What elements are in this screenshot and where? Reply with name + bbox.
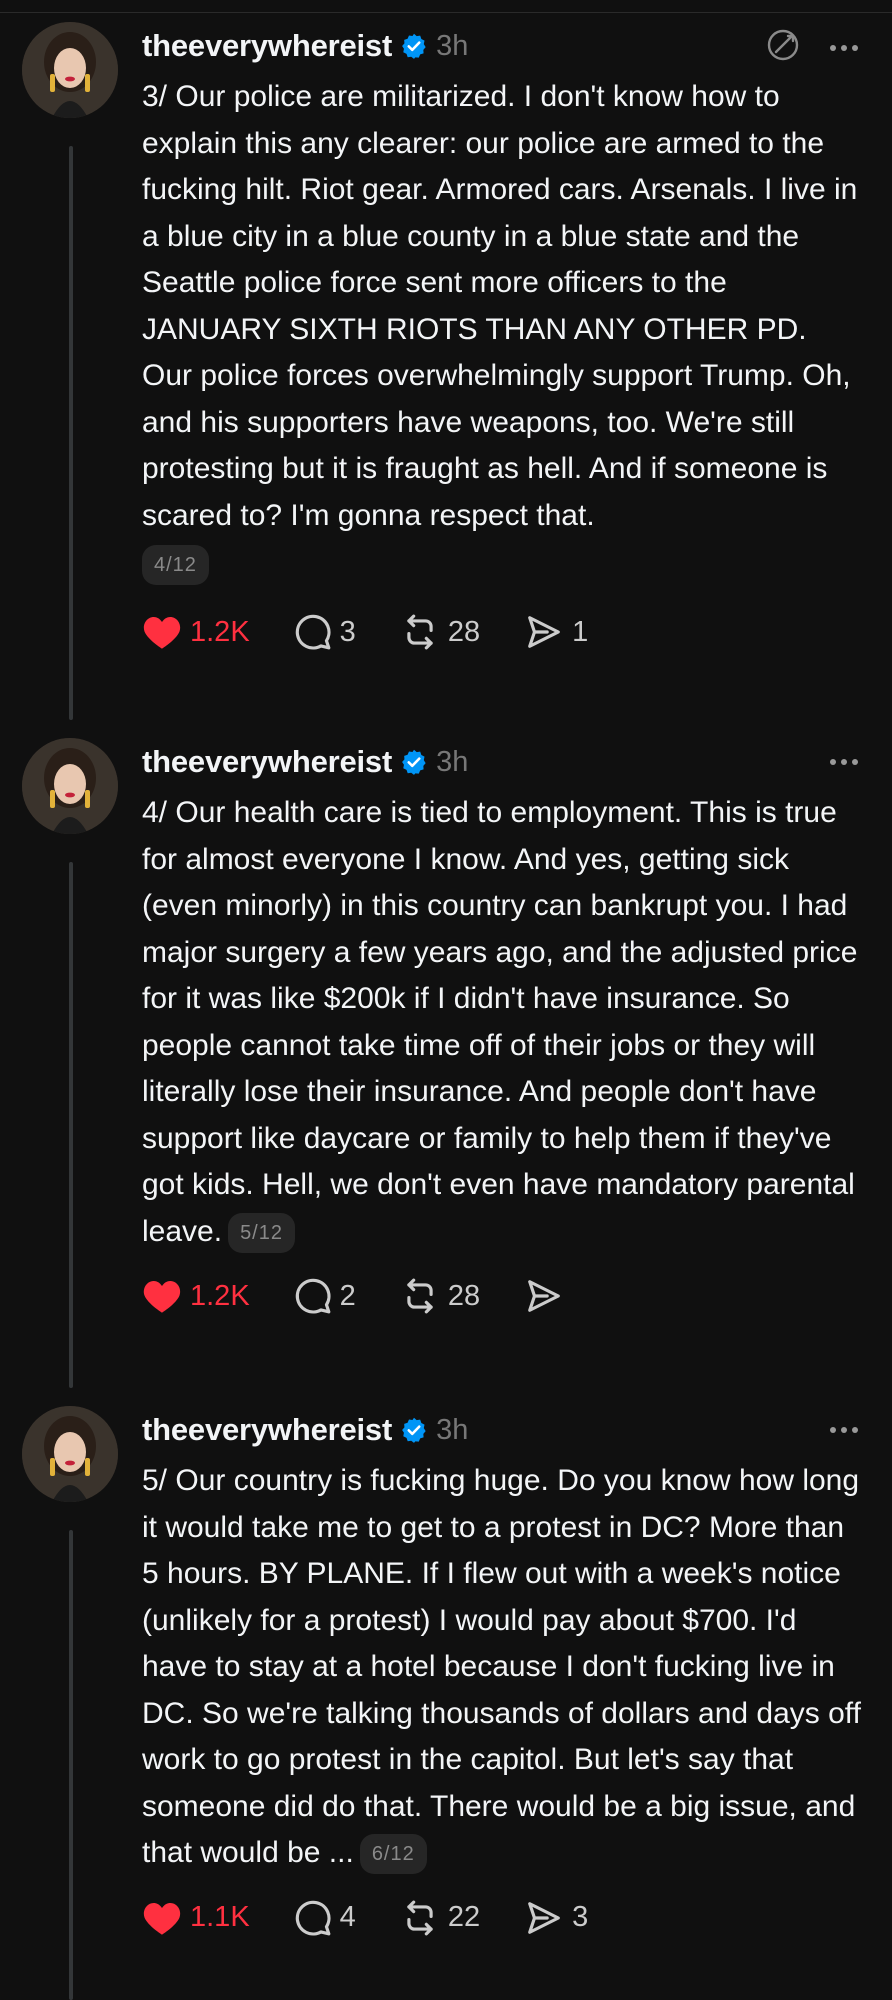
reply-count: 3 <box>339 615 356 648</box>
comment-icon <box>294 1899 332 1937</box>
reply-button[interactable]: 2 <box>294 1277 356 1315</box>
heart-icon <box>142 1899 182 1937</box>
post-actions: 1.2K 3 28 1 <box>142 607 862 657</box>
send-icon <box>524 1277 564 1315</box>
repost-count: 22 <box>447 1901 481 1933</box>
thread-line <box>69 862 73 1388</box>
post-text: 5/ Our country is fucking huge. Do you k… <box>142 1458 862 1877</box>
like-count: 1.2K <box>190 615 250 648</box>
translate-icon[interactable] <box>766 28 800 67</box>
like-button[interactable]: 1.2K <box>142 613 250 651</box>
reply-count: 2 <box>339 1279 356 1312</box>
repost-count: 28 <box>447 1279 481 1312</box>
post-text: 4/ Our health care is tied to employment… <box>142 790 862 1255</box>
username[interactable]: theeverywhereist <box>142 744 392 780</box>
share-count: 1 <box>572 615 589 648</box>
share-button[interactable] <box>524 1277 572 1315</box>
avatar[interactable] <box>22 738 118 834</box>
repost-icon <box>400 1277 440 1315</box>
reply-count: 4 <box>339 1901 356 1933</box>
more-icon[interactable] <box>826 744 862 780</box>
post-actions: 1.1K 4 22 3 <box>142 1893 862 1943</box>
header-actions <box>766 28 862 67</box>
repost-count: 28 <box>447 615 481 648</box>
header-actions <box>826 744 862 780</box>
send-icon <box>524 1899 564 1937</box>
post-text: 3/ Our police are militarized. I don't k… <box>142 80 858 532</box>
post-time: 3h <box>436 745 469 778</box>
post-content: theeverywhereist 3h 3/ Our police are mi… <box>142 22 862 657</box>
thread-line <box>69 1530 73 2000</box>
verified-badge-icon <box>400 1416 428 1444</box>
avatar[interactable] <box>22 1406 118 1502</box>
top-divider <box>0 0 892 13</box>
avatar[interactable] <box>22 22 118 118</box>
post-header: theeverywhereist 3h <box>142 22 862 70</box>
thread-count-badge: 5/12 <box>228 1212 295 1253</box>
verified-badge-icon <box>400 748 428 776</box>
like-button[interactable]: 1.2K <box>142 1277 250 1315</box>
like-button[interactable]: 1.1K <box>142 1899 250 1937</box>
like-count: 1.1K <box>190 1901 250 1933</box>
post-header: theeverywhereist 3h <box>142 738 862 786</box>
verified-badge-icon <box>400 32 428 60</box>
heart-icon <box>142 1277 182 1315</box>
header-actions <box>826 1412 862 1448</box>
share-button[interactable]: 1 <box>524 613 588 651</box>
post-header: theeverywhereist 3h <box>142 1406 862 1454</box>
post-text-content: 4/ Our health care is tied to employment… <box>142 796 858 1248</box>
share-count: 3 <box>572 1901 589 1933</box>
thread-line <box>69 146 73 720</box>
comment-icon <box>294 613 332 651</box>
post-content: theeverywhereist 3h 5/ Our country is fu… <box>142 1406 862 1943</box>
post-time: 3h <box>436 29 469 62</box>
like-count: 1.2K <box>190 1279 250 1312</box>
post-time: 3h <box>436 1413 469 1446</box>
comment-icon <box>294 1277 332 1315</box>
repost-button[interactable]: 22 <box>400 1899 480 1937</box>
repost-icon <box>400 1899 440 1937</box>
send-icon <box>524 613 564 651</box>
reply-button[interactable]: 4 <box>294 1899 356 1937</box>
more-icon[interactable] <box>826 1412 862 1448</box>
post-content: theeverywhereist 3h 4/ Our health care i… <box>142 738 862 1321</box>
heart-icon <box>142 613 182 651</box>
thread-count-badge: 4/12 <box>142 545 209 585</box>
username[interactable]: theeverywhereist <box>142 1412 392 1448</box>
share-button[interactable]: 3 <box>524 1899 588 1937</box>
username[interactable]: theeverywhereist <box>142 28 392 64</box>
post-actions: 1.2K 2 28 <box>142 1271 862 1321</box>
repost-button[interactable]: 28 <box>400 1277 480 1315</box>
repost-icon <box>400 613 440 651</box>
repost-button[interactable]: 28 <box>400 613 480 651</box>
post-text-content: 5/ Our country is fucking huge. Do you k… <box>142 1464 861 1869</box>
thread-count-badge: 6/12 <box>359 1834 427 1875</box>
more-icon[interactable] <box>826 30 862 66</box>
reply-button[interactable]: 3 <box>294 613 356 651</box>
